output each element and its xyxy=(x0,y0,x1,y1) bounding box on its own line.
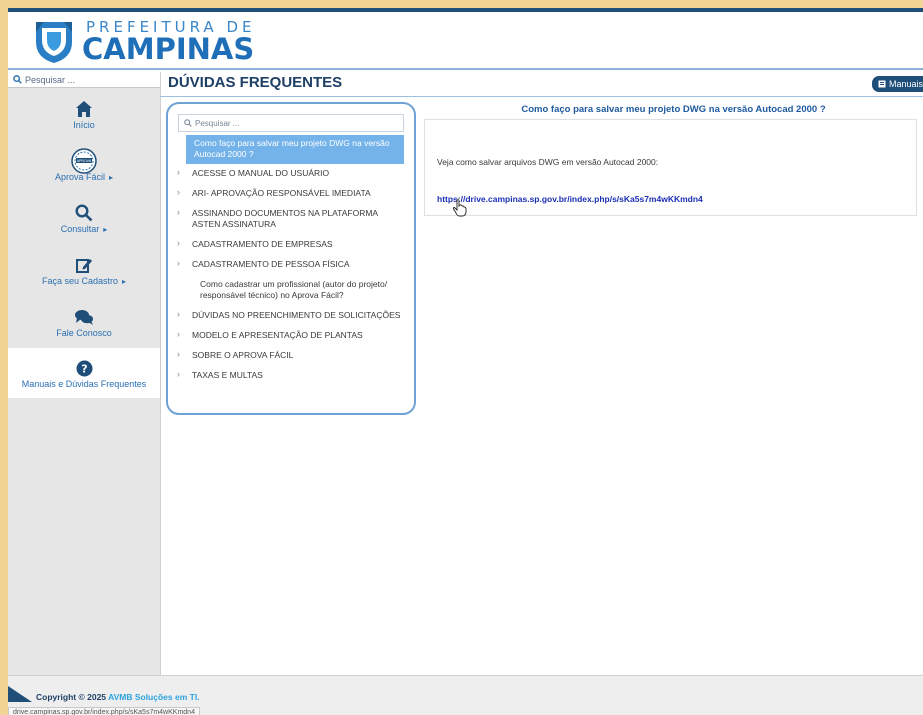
sidebar-item-label: Faça seu Cadastro xyxy=(41,276,119,286)
faq-item[interactable]: ACESSE O MANUAL DO USUÁRIO xyxy=(177,164,404,184)
answer-text: Veja como salvar arquivos DWG em versão … xyxy=(437,157,659,167)
svg-text:APROVA: APROVA xyxy=(77,159,92,163)
faq-item[interactable]: SOBRE O APROVA FÁCIL xyxy=(177,346,404,366)
sidebar-item-cadastro[interactable]: Faça seu Cadastro ▸ xyxy=(8,244,160,296)
sidebar-item-label: Início xyxy=(73,120,95,130)
faq-search-input[interactable]: Pesquisar ... xyxy=(178,114,404,132)
svg-text:?: ? xyxy=(81,362,87,375)
question-icon: ? xyxy=(76,360,92,376)
sidebar-item-aprova-facil[interactable]: APROVA Aprova Fácil ▸ xyxy=(8,140,160,192)
faq-item-label: Como cadastrar um profissional (autor do… xyxy=(200,279,388,300)
page-title: DÚVIDAS FREQUENTES xyxy=(168,74,343,91)
copyright-label: Copyright © 2025 xyxy=(36,692,107,702)
app-window: PREFEITURA DE CAMPINAS Pesquisar ... Iní… xyxy=(8,8,923,715)
search-icon xyxy=(13,75,22,84)
faq-item[interactable]: DÚVIDAS NO PREENCHIMENTO DE SOLICITAÇÕES xyxy=(177,306,404,326)
faq-item-label: ACESSE O MANUAL DO USUÁRIO xyxy=(192,168,330,178)
aprova-facil-badge-icon: APROVA xyxy=(71,148,97,174)
sidebar-search-input[interactable]: Pesquisar ... xyxy=(8,72,160,88)
caret-icon: ▸ xyxy=(109,173,114,182)
faq-item[interactable]: TAXAS E MULTAS xyxy=(177,366,404,386)
sidebar-item-consultar[interactable]: Consultar ▸ xyxy=(8,192,160,244)
faq-panel: Pesquisar ... Como faço para salvar meu … xyxy=(166,102,416,415)
home-icon xyxy=(76,101,92,117)
sidebar-item-label: Fale Conosco xyxy=(56,328,112,338)
title-divider xyxy=(160,96,923,97)
chat-icon xyxy=(75,310,93,325)
faq-item[interactable]: CADASTRAMENTO DE EMPRESAS xyxy=(177,235,404,255)
faq-item-selected[interactable]: Como faço para salvar meu projeto DWG na… xyxy=(186,135,404,164)
answer-title: Como faço para salvar meu projeto DWG na… xyxy=(521,104,826,115)
avmb-logo-icon xyxy=(8,686,32,702)
copyright-text: Copyright © 2025 AVMB Soluções em TI. xyxy=(36,692,200,702)
answer-box: Veja como salvar arquivos DWG em versão … xyxy=(424,119,917,216)
faq-item[interactable]: ASSINANDO DOCUMENTOS NA PLATAFORMA ASTEN… xyxy=(177,204,404,235)
faq-item-label: CADASTRAMENTO DE EMPRESAS xyxy=(192,239,333,249)
faq-item-label: SOBRE O APROVA FÁCIL xyxy=(192,350,294,360)
search-icon xyxy=(75,204,93,222)
sidebar: Pesquisar ... Início APROVA Aprova Fácil… xyxy=(8,72,160,692)
book-icon xyxy=(878,80,886,88)
faq-item-label: ARI- APROVAÇÃO RESPONSÁVEL IMEDIATA xyxy=(192,188,371,198)
faq-item-label: ASSINANDO DOCUMENTOS NA PLATAFORMA ASTEN… xyxy=(192,208,378,229)
faq-item[interactable]: Como cadastrar um profissional (autor do… xyxy=(178,275,404,306)
footer-brand-link[interactable]: AVMB Soluções em TI. xyxy=(108,692,199,702)
hand-cursor-icon xyxy=(452,199,467,217)
faq-item-label: TAXAS E MULTAS xyxy=(192,370,263,380)
faq-item-label: MODELO E APRESENTAÇÃO DE PLANTAS xyxy=(192,330,363,340)
search-icon xyxy=(184,119,192,127)
edit-icon xyxy=(76,259,92,273)
sidebar-item-inicio[interactable]: Início xyxy=(8,88,160,140)
faq-search-placeholder: Pesquisar ... xyxy=(195,118,240,128)
campinas-logo-icon[interactable] xyxy=(34,18,74,64)
caret-icon: ▸ xyxy=(122,277,127,286)
sidebar-item-label: Manuais e Dúvidas Frequentes xyxy=(21,379,147,389)
sidebar-item-manuais[interactable]: ? Manuais e Dúvidas Frequentes xyxy=(8,348,160,398)
faq-item[interactable]: MODELO E APRESENTAÇÃO DE PLANTAS xyxy=(177,326,404,346)
faq-item-label: DÚVIDAS NO PREENCHIMENTO DE SOLICITAÇÕES xyxy=(192,310,401,320)
sidebar-divider xyxy=(160,72,161,692)
caret-icon: ▸ xyxy=(103,225,108,234)
faq-item[interactable]: ARI- APROVAÇÃO RESPONSÁVEL IMEDIATA xyxy=(177,184,404,204)
faq-item-label: CADASTRAMENTO DE PESSOA FÍSICA xyxy=(192,259,350,269)
browser-status-bar: drive.campinas.sp.gov.br/index.php/s/sKa… xyxy=(8,707,200,715)
sidebar-item-fale-conosco[interactable]: Fale Conosco xyxy=(8,296,160,348)
manual-button[interactable]: Manuais xyxy=(871,76,923,92)
sidebar-item-label: Aprova Fácil xyxy=(54,172,105,182)
header-logo-area: PREFEITURA DE CAMPINAS xyxy=(8,12,923,70)
sidebar-item-label: Consultar xyxy=(60,224,100,234)
answer-link[interactable]: https://drive.campinas.sp.gov.br/index.p… xyxy=(437,194,703,204)
faq-item[interactable]: CADASTRAMENTO DE PESSOA FÍSICA xyxy=(177,255,404,275)
manual-button-label: Manuais xyxy=(888,79,923,89)
sidebar-search-placeholder: Pesquisar ... xyxy=(25,74,76,85)
logo-bottom-text: CAMPINAS xyxy=(82,32,255,66)
